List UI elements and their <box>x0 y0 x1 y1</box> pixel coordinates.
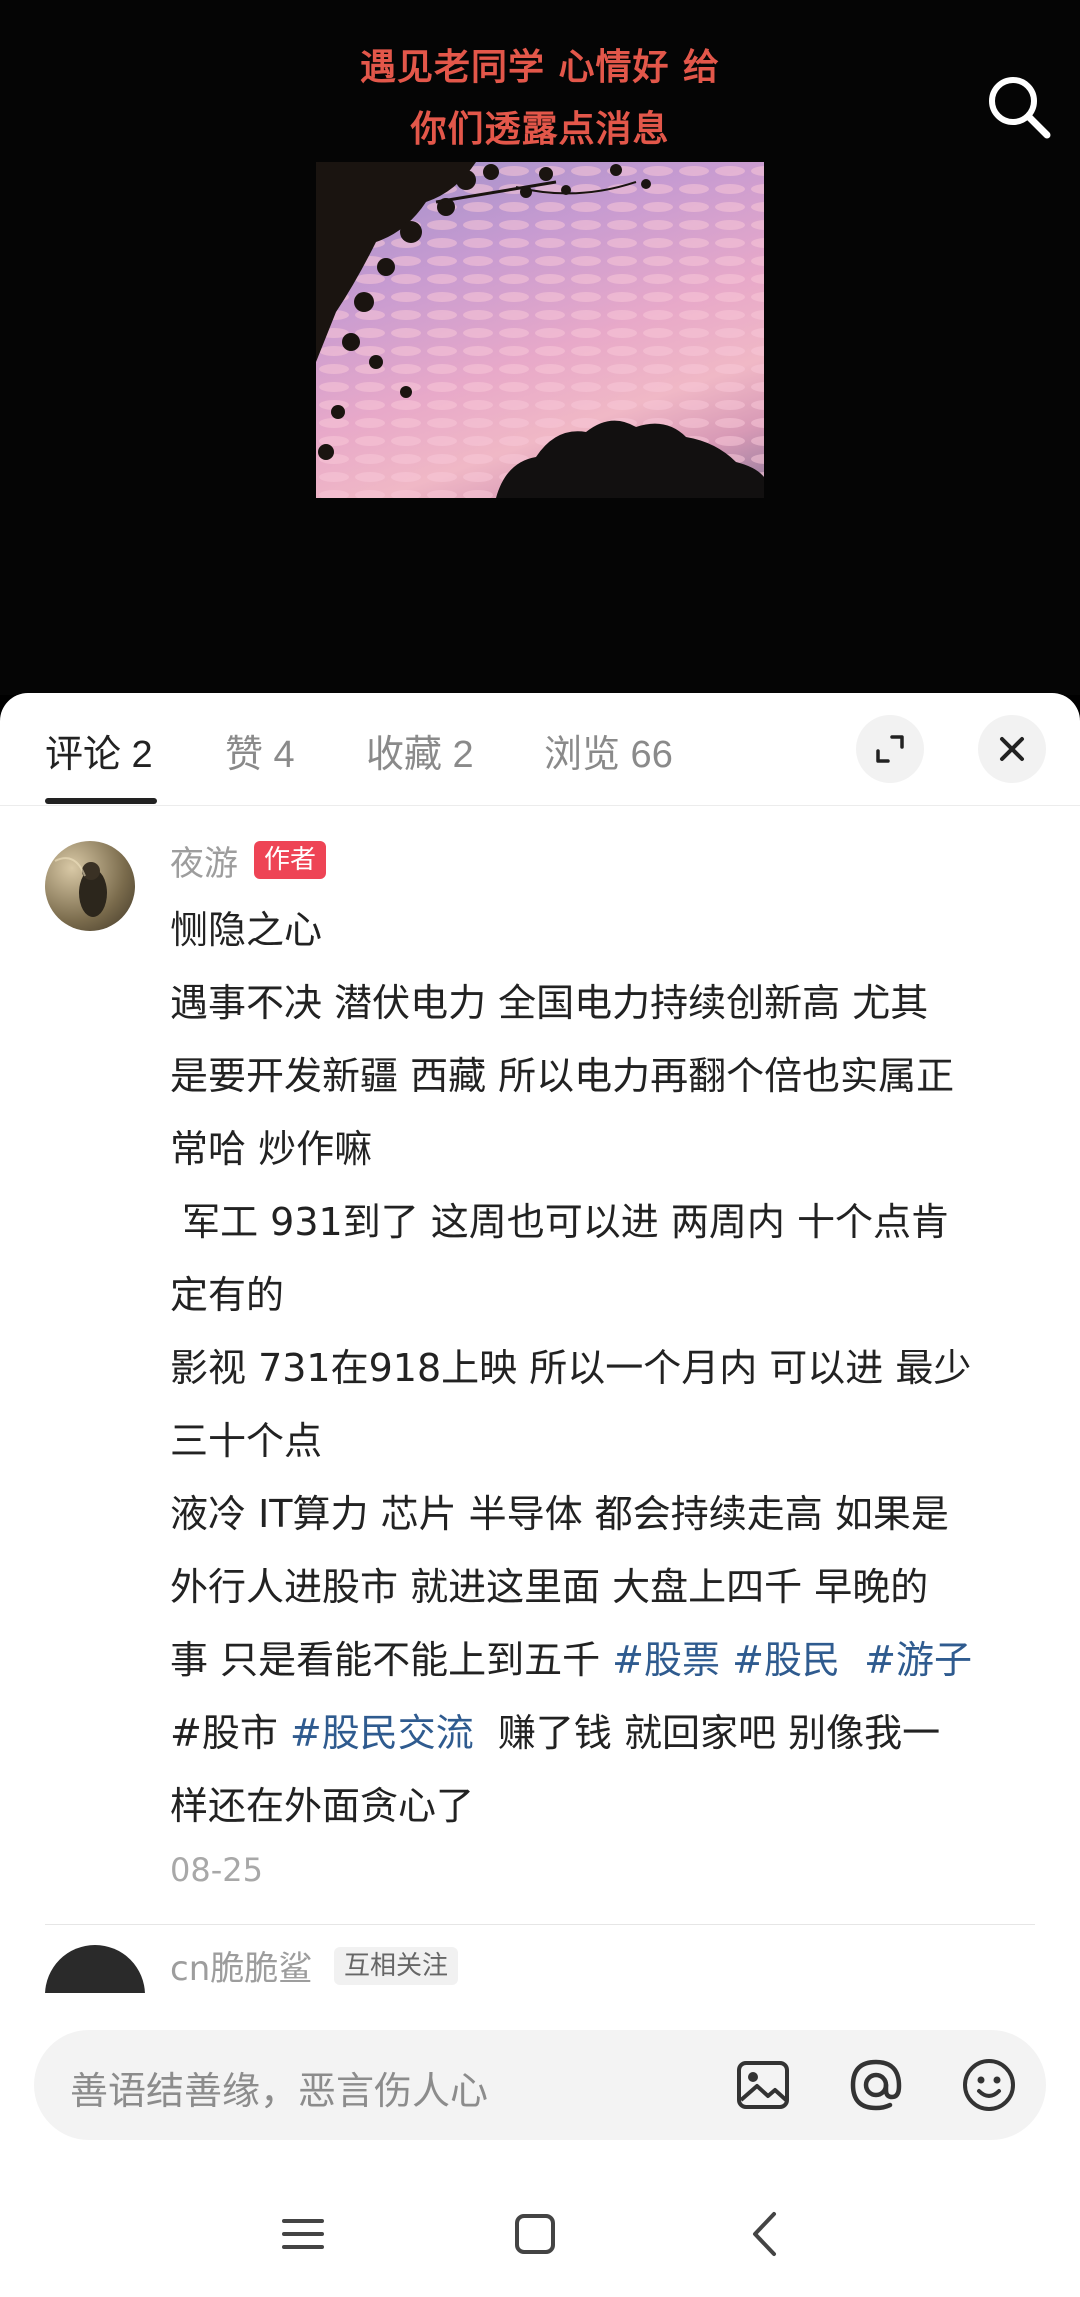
menu-button[interactable] <box>268 2199 338 2269</box>
author-badge: 作者 <box>254 841 327 879</box>
avatar[interactable] <box>45 841 135 931</box>
mutual-follow-badge: 互相关注 <box>334 1947 459 1985</box>
mention-button[interactable] <box>841 2050 911 2120</box>
avatar-image <box>54 857 107 917</box>
comment-line: 是要开发新疆 西藏 所以电力再翻个倍也实属正 <box>170 1054 955 1098</box>
expand-button[interactable] <box>856 715 924 783</box>
close-button[interactable] <box>978 715 1046 783</box>
sunset-sky-image <box>316 162 764 498</box>
hashtag-link[interactable]: #股民 <box>732 1638 840 1682</box>
comment-line: 事 只是看能不能上到五千 #股票 #股民 #游子 <box>170 1624 1042 1697</box>
comment-line: 军工 931到了 这周也可以进 两周内 十个点肯 <box>170 1200 949 1244</box>
comment-line: 恻隐之心 <box>170 908 323 952</box>
comment-line-text: #股市 <box>170 1711 290 1755</box>
tab-comments[interactable]: 评论 2 <box>45 723 153 778</box>
search-button[interactable] <box>984 72 1054 142</box>
comment-text: 恻隐之心遇事不决 潜伏电力 全国电力持续创新高 尤其 是要开发新疆 西藏 所以电力… <box>170 894 1042 1843</box>
comment-line: 液冷 IT算力 芯片 半导体 都会持续走高 如果是 <box>170 1492 949 1536</box>
comment-username[interactable]: 夜游 <box>170 836 238 885</box>
close-icon <box>1000 737 1024 761</box>
divider <box>45 1924 1035 1925</box>
back-icon <box>753 2212 776 2256</box>
tab-bar: 评论 2 赞 4 收藏 2 浏览 66 <box>0 693 1080 806</box>
comment-line: 样还在外面贪心了 <box>170 1784 475 1828</box>
comment-line: 影视 731在918上映 所以一个月内 可以进 最少 <box>170 1346 972 1390</box>
comment-line: 外行人进股市 就进这里面 大盘上四千 早晚的 <box>170 1565 929 1609</box>
caption-line-2: 你们透露点消息 <box>410 109 670 150</box>
menu-icon <box>282 2219 324 2249</box>
caption-line-1: 遇见老同学 心情好 给 <box>359 47 721 88</box>
at-icon <box>850 2059 902 2111</box>
comment-line: 三十个点 <box>170 1419 323 1463</box>
home-icon <box>515 2214 555 2254</box>
image-button[interactable] <box>728 2050 798 2120</box>
tab-views[interactable]: 浏览 66 <box>544 723 673 778</box>
post-photo[interactable] <box>316 162 764 498</box>
media-area: 遇见老同学 心情好 给 你们透露点消息 <box>0 0 1080 695</box>
hashtag-link[interactable]: #股票 <box>612 1638 720 1682</box>
active-tab-indicator <box>45 798 157 804</box>
comment-line: 定有的 <box>170 1273 285 1317</box>
comment-username[interactable]: cn脆脆鲨 <box>170 1941 312 1990</box>
tab-favorites[interactable]: 收藏 2 <box>366 723 474 778</box>
emoji-icon <box>963 2059 1015 2111</box>
comment-date: 08-25 <box>170 1851 263 1889</box>
search-icon <box>989 77 1051 139</box>
home-button[interactable] <box>500 2199 570 2269</box>
comments-sheet: 评论 2 赞 4 收藏 2 浏览 66 夜游 作者 恻隐之心 遇事不决 潜伏电力… <box>0 693 1080 2297</box>
comment-line: #股市 #股民交流 赚了钱 就回家吧 别像我一 <box>170 1697 1042 1770</box>
comment-item: cn脆脆鲨 互相关注 <box>0 1933 1080 1993</box>
back-button[interactable] <box>730 2199 800 2269</box>
comment-input[interactable]: 善语结善缘，恶言伤人心 <box>70 2060 488 2115</box>
expand-icon <box>876 735 904 763</box>
image-icon <box>737 2061 789 2109</box>
emoji-button[interactable] <box>954 2050 1024 2120</box>
comment-line: 遇事不决 潜伏电力 全国电力持续创新高 尤其 <box>170 981 929 1025</box>
comment-input-bar[interactable]: 善语结善缘，恶言伤人心 <box>34 2030 1046 2140</box>
comment-line-text: 事 只是看能不能上到五千 <box>170 1638 613 1682</box>
system-nav-bar <box>0 2163 1080 2297</box>
avatar[interactable] <box>45 1945 145 1993</box>
hashtag-link[interactable]: #游子 <box>864 1638 972 1682</box>
tab-likes[interactable]: 赞 4 <box>225 723 295 778</box>
comment-line: 常哈 炒作嘛 <box>170 1127 373 1171</box>
hashtag-link[interactable]: #股民交流 <box>290 1711 474 1755</box>
comment-line-text: 赚了钱 就回家吧 别像我一 <box>473 1711 941 1755</box>
